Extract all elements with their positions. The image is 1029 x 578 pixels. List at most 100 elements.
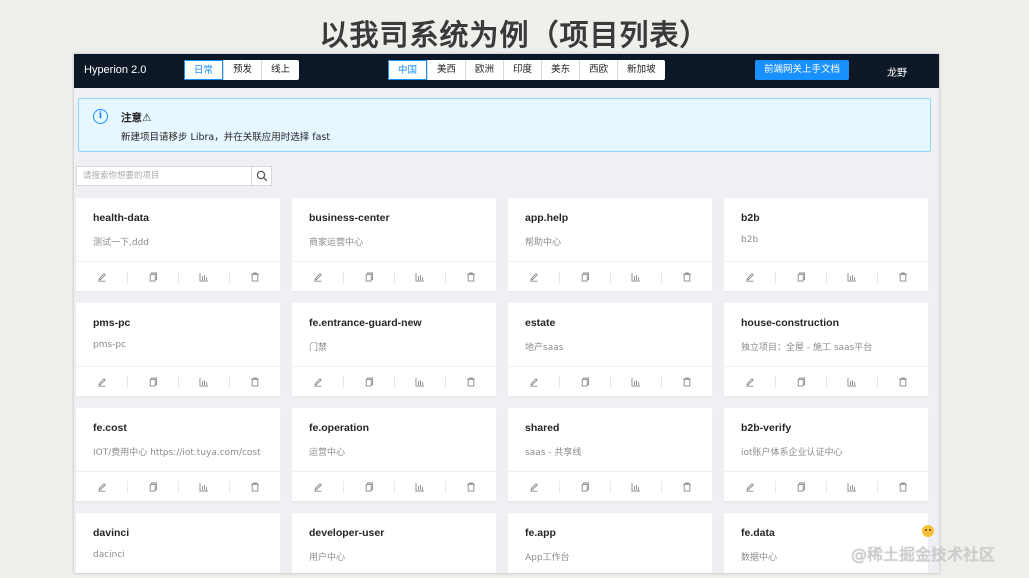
stats-button[interactable] [610,262,661,291]
project-name[interactable]: shared [525,422,559,434]
project-name[interactable]: davinci [93,527,129,539]
copy-button[interactable] [775,472,826,501]
search-button[interactable] [251,167,271,185]
copy-button[interactable] [559,367,610,396]
edit-button[interactable] [508,367,559,396]
stats-button[interactable] [178,472,229,501]
project-card[interactable]: fe.cost IOT/费用中心 https://iot.tuya.com/cos… [76,408,280,501]
project-name[interactable]: pms-pc [93,317,130,329]
copy-button[interactable] [775,262,826,291]
project-name[interactable]: fe.data [741,527,775,539]
edit-button[interactable] [724,262,775,291]
stats-button[interactable] [610,367,661,396]
stats-button[interactable] [394,262,445,291]
project-name[interactable]: fe.operation [309,422,369,434]
edit-button[interactable] [508,472,559,501]
delete-button[interactable] [661,262,712,291]
slide-title: 以我司系统为例（项目列表） [319,18,710,52]
delete-button[interactable] [445,472,496,501]
project-name[interactable]: developer-user [309,527,384,539]
project-card[interactable]: b2b b2b [724,198,928,291]
project-card[interactable]: pms-pc pms-pc [76,303,280,396]
edit-button[interactable] [508,262,559,291]
copy-button[interactable] [343,472,394,501]
project-card[interactable]: davinci dacinci [76,513,280,573]
user-name[interactable]: 龙野 [887,64,907,79]
project-card[interactable]: shared saas - 共享线 [508,408,712,501]
stats-button[interactable] [178,262,229,291]
delete-button[interactable] [445,262,496,291]
project-card[interactable]: health-data 测试一下,ddd [76,198,280,291]
edit-button[interactable] [76,472,127,501]
project-card[interactable]: business-center 商家运营中心 [292,198,496,291]
copy-button[interactable] [127,472,178,501]
project-card[interactable]: b2b-verify iot账户体系企业认证中心 [724,408,928,501]
project-name[interactable]: b2b [741,212,760,224]
delete-button[interactable] [661,472,712,501]
project-card[interactable]: estate 地产saas [508,303,712,396]
env-tab-daily[interactable]: 日常 [184,60,224,80]
stats-button[interactable] [826,367,877,396]
project-card[interactable]: fe.app App工作台 [508,513,712,573]
env-tab-pre[interactable]: 预发 [223,60,261,80]
chart-icon [631,272,640,281]
stats-button[interactable] [826,262,877,291]
delete-button[interactable] [877,472,928,501]
delete-icon [250,482,259,491]
project-card[interactable]: house-construction 独立项目：全屋 - 施工 saas平台 [724,303,928,396]
edit-button[interactable] [76,367,127,396]
project-name[interactable]: fe.entrance-guard-new [309,317,422,329]
delete-button[interactable] [229,472,280,501]
edit-button[interactable] [292,472,343,501]
copy-button[interactable] [343,367,394,396]
edit-button[interactable] [292,367,343,396]
region-tab-india[interactable]: 印度 [503,60,541,80]
project-name[interactable]: house-construction [741,317,839,329]
region-switcher: 中国 美西 欧洲 印度 美东 西欧 新加坡 [388,60,665,80]
project-description: 数据中心 [741,553,778,563]
project-name[interactable]: health-data [93,212,149,224]
copy-button[interactable] [343,262,394,291]
project-name[interactable]: fe.app [525,527,556,539]
project-name[interactable]: app.help [525,212,568,224]
copy-button[interactable] [775,367,826,396]
edit-button[interactable] [76,262,127,291]
stats-button[interactable] [178,367,229,396]
delete-button[interactable] [445,367,496,396]
gateway-docs-button[interactable]: 前端网关上手文档 [755,60,849,80]
project-name[interactable]: estate [525,317,555,329]
project-card[interactable]: fe.operation 运营中心 [292,408,496,501]
project-name[interactable]: business-center [309,212,390,224]
region-tab-us-west[interactable]: 美西 [427,60,465,80]
region-tab-china[interactable]: 中国 [388,60,428,80]
project-card[interactable]: app.help 帮助中心 [508,198,712,291]
delete-button[interactable] [661,367,712,396]
stats-button[interactable] [394,472,445,501]
copy-button[interactable] [127,262,178,291]
stats-button[interactable] [610,472,661,501]
project-card[interactable]: fe.entrance-guard-new 门禁 [292,303,496,396]
project-name[interactable]: b2b-verify [741,422,791,434]
copy-button[interactable] [559,262,610,291]
delete-button[interactable] [877,367,928,396]
top-navbar: Hyperion 2.0 日常 预发 线上 中国 美西 欧洲 印度 美东 西欧 … [74,54,939,88]
region-tab-europe[interactable]: 欧洲 [465,60,503,80]
delete-button[interactable] [877,262,928,291]
edit-button[interactable] [724,367,775,396]
edit-button[interactable] [724,472,775,501]
copy-button[interactable] [127,367,178,396]
region-tab-us-east[interactable]: 美东 [541,60,579,80]
region-tab-west-europe[interactable]: 西欧 [579,60,617,80]
search-input[interactable] [77,167,251,185]
env-tab-online[interactable]: 线上 [261,60,299,80]
delete-button[interactable] [229,367,280,396]
edit-button[interactable] [292,262,343,291]
region-tab-singapore[interactable]: 新加坡 [617,60,665,80]
stats-button[interactable] [826,472,877,501]
copy-button[interactable] [559,472,610,501]
project-card[interactable]: developer-user 用户中心 [292,513,496,573]
delete-button[interactable] [229,262,280,291]
project-name[interactable]: fe.cost [93,422,127,434]
project-description: App工作台 [525,553,570,563]
stats-button[interactable] [394,367,445,396]
